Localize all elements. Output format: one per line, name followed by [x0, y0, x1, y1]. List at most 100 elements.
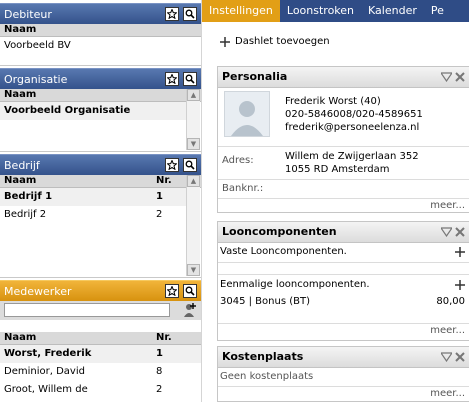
- scroll-down-icon[interactable]: ▼: [187, 138, 200, 150]
- personalia-more-link[interactable]: meer...: [430, 200, 465, 211]
- collapse-icon[interactable]: [441, 227, 452, 237]
- organisatie-scrollbar[interactable]: ▲ ▼: [186, 89, 200, 150]
- star-icon[interactable]: [165, 158, 179, 172]
- kostenplaats-dashlet: Kostenplaats Geen kostenplaats meer...: [217, 346, 469, 402]
- add-dashlet-link[interactable]: Dashlet toevoegen: [220, 36, 330, 47]
- organisatie-panel: Organisatie Naam Voorbeeld Organisatie ▲…: [0, 68, 201, 152]
- scroll-up-icon[interactable]: ▲: [187, 175, 200, 187]
- divider: [218, 274, 469, 275]
- bedrijf-header: Bedrijf: [0, 154, 201, 175]
- add-dashlet-label: Dashlet toevoegen: [235, 36, 330, 47]
- divider: [218, 179, 469, 180]
- bedrijf-nr: 1: [156, 191, 163, 202]
- medewerker-naam: Groot, Willem de: [4, 384, 88, 395]
- debiteur-panel: Debiteur Naam Voorbeeld BV: [0, 3, 201, 66]
- bedrijf-thead: Naam Nr.: [0, 175, 201, 188]
- main-area: Instellingen Loonstroken Kalender Pe Das…: [201, 0, 469, 402]
- adres-line1: Willem de Zwijgerlaan 352: [285, 151, 419, 162]
- kostenplaats-more-link[interactable]: meer...: [430, 388, 465, 399]
- adres-label: Adres:: [222, 155, 254, 166]
- scroll-up-icon[interactable]: ▲: [187, 89, 200, 101]
- star-icon[interactable]: [165, 284, 179, 298]
- medewerker-thead: Naam Nr.: [0, 332, 201, 345]
- table-row[interactable]: Groot, Willem de 2: [0, 381, 201, 399]
- tab-kalender[interactable]: Kalender: [361, 0, 424, 22]
- medewerker-search-input[interactable]: [4, 303, 170, 317]
- scroll-down-icon[interactable]: ▼: [187, 264, 200, 276]
- divider: [218, 198, 469, 199]
- looncomponenten-title: Looncomponenten: [222, 225, 337, 238]
- medewerker-naam: Worst, Frederik: [4, 348, 92, 359]
- personalia-dashlet: Personalia Frederik Worst (40) 020-58460…: [217, 66, 469, 213]
- medewerker-nr: 8: [156, 366, 163, 377]
- search-icon[interactable]: [183, 72, 197, 86]
- star-icon[interactable]: [165, 72, 179, 86]
- bedrijf-naam: Bedrijf 1: [4, 191, 53, 202]
- medewerker-nr: 2: [156, 384, 163, 395]
- debiteur-header: Debiteur: [0, 3, 201, 24]
- eenmalige-label: Eenmalige looncomponenten.: [220, 279, 370, 290]
- close-icon[interactable]: [455, 227, 465, 237]
- looncomponent-desc[interactable]: 3045 | Bonus (BT): [220, 296, 310, 307]
- looncomponent-amount: 80,00: [436, 296, 465, 307]
- vaste-label: Vaste Looncomponenten.: [220, 246, 347, 257]
- medewerker-col-naam: Naam: [4, 332, 37, 343]
- search-icon[interactable]: [183, 7, 197, 21]
- close-icon[interactable]: [455, 352, 465, 362]
- bedrijf-title: Bedrijf: [4, 159, 40, 172]
- debiteur-row[interactable]: Voorbeeld BV: [0, 37, 201, 55]
- add-person-icon[interactable]: [183, 302, 197, 318]
- search-icon[interactable]: [183, 158, 197, 172]
- tab-bar: Instellingen Loonstroken Kalender Pe: [202, 0, 469, 22]
- debiteur-col-naam: Naam: [0, 24, 201, 37]
- organisatie-col-naam: Naam: [0, 89, 201, 102]
- divider: [218, 386, 469, 387]
- tab-instellingen[interactable]: Instellingen: [202, 0, 280, 22]
- debiteur-title: Debiteur: [4, 8, 52, 21]
- adres-line2: 1055 RD Amsterdam: [285, 164, 390, 175]
- close-icon[interactable]: [455, 72, 465, 82]
- plus-icon: [220, 36, 230, 47]
- looncomponenten-more-link[interactable]: meer...: [430, 325, 465, 336]
- search-icon[interactable]: [183, 284, 197, 298]
- plus-icon[interactable]: [455, 280, 465, 290]
- personalia-contact: Frederik Worst (40) 020-5846008/020-4589…: [285, 95, 423, 134]
- medewerker-title: Medewerker: [4, 285, 72, 298]
- adres-value: Willem de Zwijgerlaan 352 1055 RD Amster…: [285, 150, 419, 176]
- organisatie-row[interactable]: Voorbeeld Organisatie: [0, 102, 186, 120]
- divider: [218, 323, 469, 324]
- bedrijf-nr: 2: [156, 209, 163, 220]
- organisatie-title: Organisatie: [4, 73, 68, 86]
- bedrijf-col-nr: Nr.: [156, 175, 172, 186]
- tab-pe[interactable]: Pe: [424, 0, 451, 22]
- divider: [218, 262, 469, 263]
- table-row[interactable]: Bedrijf 1 1: [0, 188, 186, 206]
- collapse-icon[interactable]: [441, 72, 452, 82]
- left-column: Debiteur Naam Voorbeeld BV Organisatie N…: [0, 0, 201, 402]
- divider: [218, 146, 469, 147]
- kostenplaats-empty: Geen kostenplaats: [220, 371, 314, 382]
- organisatie-header: Organisatie: [0, 68, 201, 89]
- tab-loonstroken[interactable]: Loonstroken: [280, 0, 361, 22]
- personalia-email[interactable]: frederik@personeelenza.nl: [285, 121, 423, 134]
- medewerker-header: Medewerker: [0, 280, 201, 301]
- collapse-icon[interactable]: [441, 352, 452, 362]
- medewerker-col-nr: Nr.: [156, 332, 172, 343]
- avatar: [224, 91, 270, 137]
- table-row[interactable]: Bedrijf 2 2: [0, 206, 186, 224]
- table-row[interactable]: Worst, Frederik 1: [0, 345, 201, 363]
- medewerker-searchbar: [0, 301, 201, 320]
- bedrijf-col-naam: Naam: [4, 175, 37, 186]
- plus-icon[interactable]: [455, 247, 465, 257]
- personalia-phone: 020-5846008/020-4589651: [285, 109, 423, 120]
- personalia-name: Frederik Worst (40): [285, 96, 381, 107]
- looncomponenten-dashlet: Looncomponenten Vaste Looncomponenten. E…: [217, 221, 469, 341]
- kostenplaats-title: Kostenplaats: [222, 350, 304, 363]
- medewerker-panel: Medewerker Naam Nr. Worst, Frederik 1 De…: [0, 280, 201, 402]
- bedrijf-naam: Bedrijf 2: [4, 209, 47, 220]
- personalia-header: Personalia: [218, 67, 469, 88]
- personalia-title: Personalia: [222, 70, 288, 83]
- bedrijf-scrollbar[interactable]: ▲ ▼: [186, 175, 200, 276]
- table-row[interactable]: Deminior, David 8: [0, 363, 201, 381]
- star-icon[interactable]: [165, 7, 179, 21]
